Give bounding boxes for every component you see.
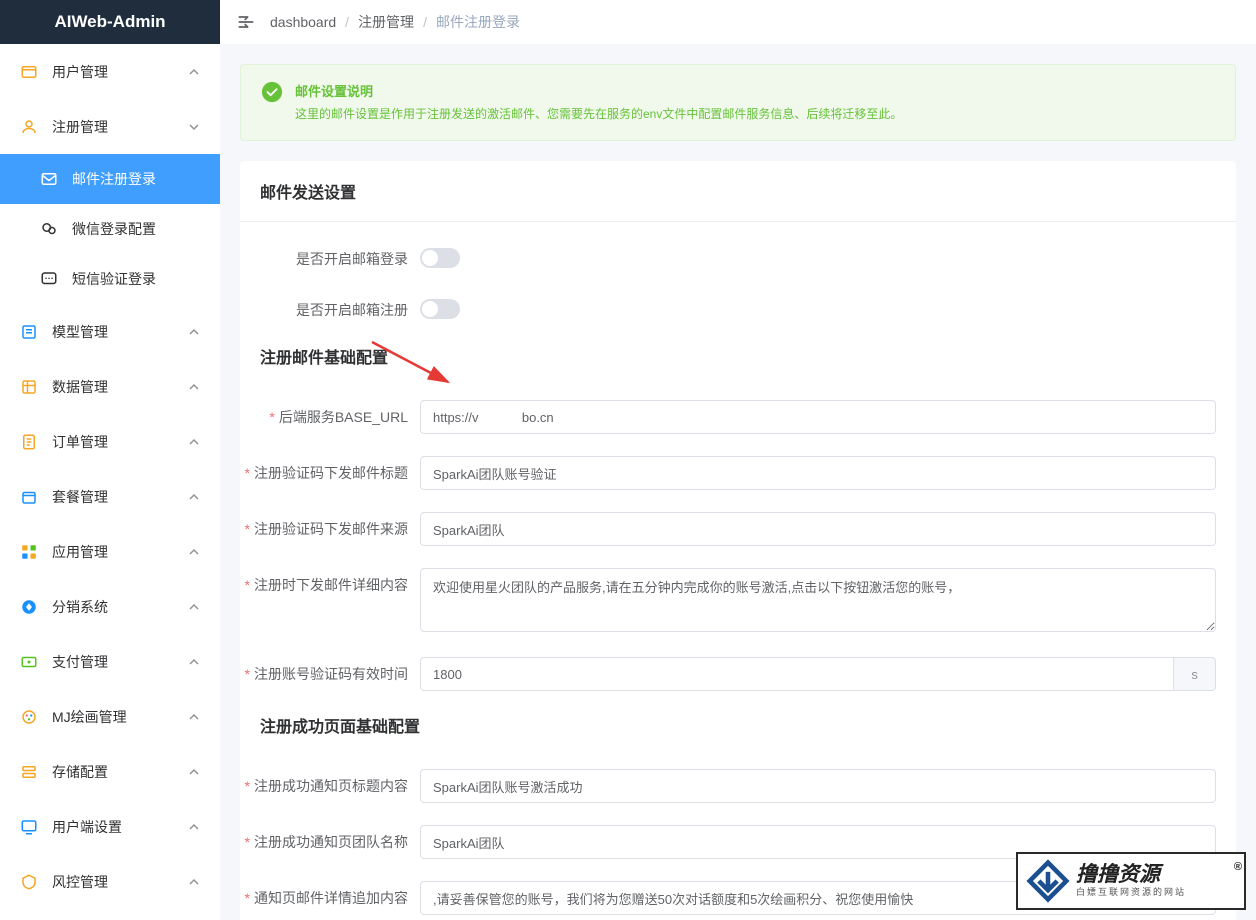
watermark-badge: 撸撸资源® 白嫖互联网资源的网站 [1016, 852, 1246, 910]
alert-desc: 这里的邮件设置是作用于注册发送的激活邮件、您需要先在服务的env文件中配置邮件服… [295, 105, 902, 124]
watermark-subtitle: 白嫖互联网资源的网站 [1076, 885, 1236, 898]
sidebar: AIWeb-Admin 用户管理注册管理邮件注册登录微信登录配置短信验证登录模型… [0, 0, 220, 920]
sms-icon [40, 270, 58, 288]
switch-email-register-label: 是否开启邮箱注册 [240, 293, 420, 321]
order-manage-icon [20, 433, 38, 451]
alert-title: 邮件设置说明 [295, 81, 902, 100]
submenu-item-label: 微信登录配置 [72, 219, 156, 239]
submenu-item-label: 邮件注册登录 [72, 169, 156, 189]
sidebar-item-label: 订单管理 [52, 432, 188, 452]
submenu-item-wechat[interactable]: 微信登录配置 [0, 204, 220, 254]
watermark-logo-icon [1026, 859, 1070, 903]
sidebar-item-model-manage[interactable]: 模型管理 [0, 304, 220, 359]
hamburger-icon [236, 12, 256, 32]
sidebar-item-risk[interactable]: 风控管理 [0, 854, 220, 909]
sidebar-item-order-manage[interactable]: 订单管理 [0, 414, 220, 469]
sidebar-item-mj-manage[interactable]: MJ绘画管理 [0, 689, 220, 744]
distrib-icon [20, 598, 38, 616]
section-title-register-email: 注册邮件基础配置 [260, 344, 1216, 368]
sidebar-item-package-manage[interactable]: 套餐管理 [0, 469, 220, 524]
success-team-label: *注册成功通知页团队名称 [240, 825, 420, 853]
submenu-item-sms[interactable]: 短信验证登录 [0, 254, 220, 304]
client-set-icon [20, 818, 38, 836]
sidebar-item-pay-manage[interactable]: 支付管理 [0, 634, 220, 689]
main: dashboard/注册管理/邮件注册登录 邮件设置说明 这里的邮件设置是作用于… [220, 0, 1256, 920]
mail-icon [40, 170, 58, 188]
risk-icon [20, 873, 38, 891]
card-header: 邮件发送设置 [240, 161, 1236, 222]
submenu-item-label: 短信验证登录 [72, 269, 156, 289]
pay-manage-icon [20, 653, 38, 671]
success-title-label: *注册成功通知页标题内容 [240, 769, 420, 797]
success-title-input[interactable] [420, 769, 1216, 803]
content-area: 邮件设置说明 这里的邮件设置是作用于注册发送的激活邮件、您需要先在服务的env文… [220, 44, 1256, 920]
mj-manage-icon [20, 708, 38, 726]
data-manage-icon [20, 378, 38, 396]
check-circle-icon [261, 81, 283, 103]
sidebar-item-label: 套餐管理 [52, 487, 188, 507]
sidebar-item-label: 模型管理 [52, 322, 188, 342]
breadcrumb: dashboard/注册管理/邮件注册登录 [270, 12, 520, 32]
sidebar-item-app-manage[interactable]: 应用管理 [0, 524, 220, 579]
base-url-input[interactable] [420, 400, 1216, 434]
sidebar-item-data-manage[interactable]: 数据管理 [0, 359, 220, 414]
sidebar-item-label: 数据管理 [52, 377, 188, 397]
collapse-button[interactable] [236, 11, 258, 33]
app-manage-icon [20, 543, 38, 561]
sidebar-item-label: 支付管理 [52, 652, 188, 672]
sidebar-item-storage[interactable]: 存储配置 [0, 744, 220, 799]
sidebar-item-label: 注册管理 [52, 117, 188, 137]
wechat-icon [40, 220, 58, 238]
sidebar-item-client-set[interactable]: 用户端设置 [0, 799, 220, 854]
sidebar-item-label: MJ绘画管理 [52, 707, 188, 727]
switch-email-login[interactable] [420, 248, 460, 268]
card-body: 是否开启邮箱登录 是否开启邮箱注册 注册邮件基础配置 [240, 222, 1236, 920]
email-content-textarea[interactable] [420, 568, 1216, 632]
success-detail-label: *通知页邮件详情追加内容 [240, 881, 420, 909]
sidebar-item-label: 应用管理 [52, 542, 188, 562]
sidebar-item-label: 用户管理 [52, 62, 188, 82]
sidebar-item-register-manage[interactable]: 注册管理 [0, 99, 220, 154]
sidebar-item-label: 用户端设置 [52, 817, 188, 837]
breadcrumb-item: 邮件注册登录 [436, 12, 520, 32]
breadcrumb-item[interactable]: dashboard [270, 14, 336, 30]
sidebar-item-distrib[interactable]: 分销系统 [0, 579, 220, 634]
base-url-label: *后端服务BASE_URL [240, 400, 420, 428]
info-alert: 邮件设置说明 这里的邮件设置是作用于注册发送的激活邮件、您需要先在服务的env文… [240, 64, 1236, 141]
expire-suffix: s [1174, 657, 1216, 691]
sidebar-item-label: 分销系统 [52, 597, 188, 617]
email-title-input[interactable] [420, 456, 1216, 490]
expire-label: *注册账号验证码有效时间 [240, 657, 420, 685]
sidebar-item-label: 风控管理 [52, 872, 188, 892]
email-title-label: *注册验证码下发邮件标题 [240, 456, 420, 484]
submenu-item-mail[interactable]: 邮件注册登录 [0, 154, 220, 204]
app-logo: AIWeb-Admin [0, 0, 220, 44]
watermark-brand: 撸撸资源 [1076, 863, 1160, 886]
sidebar-item-user-manage[interactable]: 用户管理 [0, 44, 220, 99]
switch-email-login-label: 是否开启邮箱登录 [240, 242, 420, 270]
breadcrumb-item[interactable]: 注册管理 [358, 12, 414, 32]
email-from-input[interactable] [420, 512, 1216, 546]
settings-card: 邮件发送设置 是否开启邮箱登录 是否开启邮箱注册 注册邮件基础配置 [240, 161, 1236, 920]
sidebar-menu: 用户管理注册管理邮件注册登录微信登录配置短信验证登录模型管理数据管理订单管理套餐… [0, 44, 220, 920]
header-bar: dashboard/注册管理/邮件注册登录 [220, 0, 1256, 44]
email-from-label: *注册验证码下发邮件来源 [240, 512, 420, 540]
sidebar-item-label: 存储配置 [52, 762, 188, 782]
email-content-label: *注册时下发邮件详细内容 [240, 568, 420, 596]
expire-input[interactable] [420, 657, 1174, 691]
model-manage-icon [20, 323, 38, 341]
package-manage-icon [20, 488, 38, 506]
register-manage-icon [20, 118, 38, 136]
user-manage-icon [20, 63, 38, 81]
section-title-success-page: 注册成功页面基础配置 [260, 713, 1216, 737]
switch-email-register[interactable] [420, 299, 460, 319]
storage-icon [20, 763, 38, 781]
